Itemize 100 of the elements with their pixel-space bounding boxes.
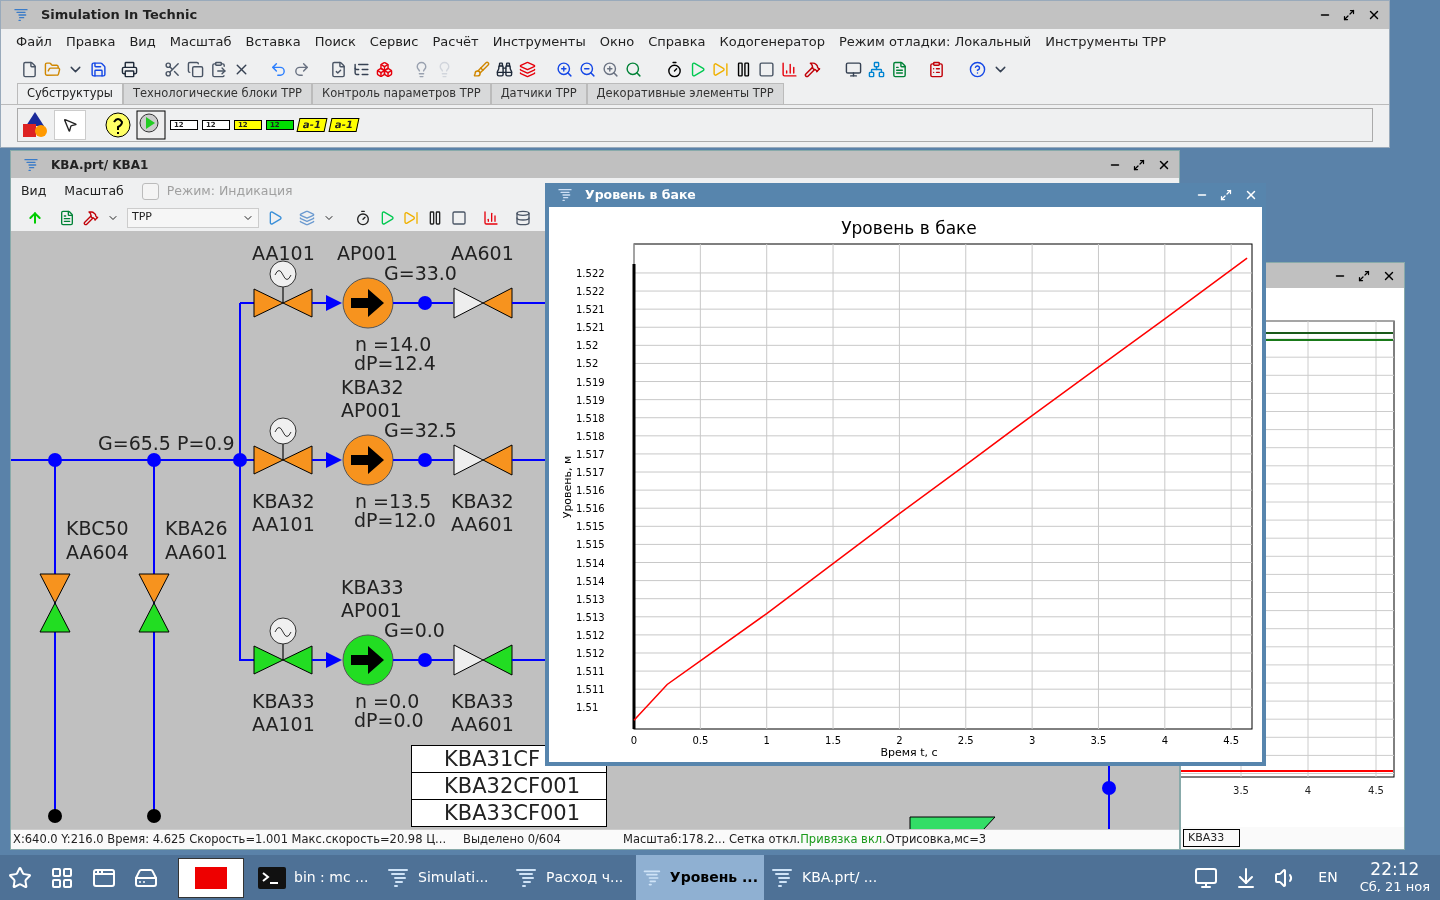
app-grid-icon[interactable] [50, 865, 74, 890]
pointer-tool[interactable] [54, 110, 86, 140]
display-icon[interactable] [1194, 865, 1219, 890]
menu-item[interactable]: Масштаб [169, 32, 232, 52]
axis-label: Уровень, м [561, 455, 574, 519]
menu-item[interactable]: Инструменты [492, 32, 586, 52]
tick-label: 1.515 [576, 539, 605, 551]
zoom-out-icon[interactable] [579, 60, 596, 78]
search-icon[interactable] [625, 60, 642, 78]
flow-arrow-icon [326, 295, 342, 311]
close-icon[interactable] [1367, 8, 1381, 22]
menu-item[interactable]: Файл [16, 32, 52, 52]
tab[interactable]: Датчики TPP [490, 83, 587, 104]
pause-icon[interactable] [427, 209, 443, 226]
new-file-icon[interactable] [21, 60, 38, 78]
tools-icon[interactable] [804, 60, 821, 78]
speed-reading: n =14.0 [355, 333, 432, 355]
stopwatch-icon[interactable] [666, 60, 683, 78]
tab[interactable]: Декоративные элементы TPP [586, 83, 784, 104]
undo-icon[interactable] [270, 60, 287, 78]
menu-item[interactable]: Окно [599, 32, 635, 52]
binoculars-icon[interactable] [496, 60, 513, 78]
tick-label: 1.511 [576, 684, 605, 696]
menu-item[interactable]: Справка [648, 32, 706, 52]
play-monitor-icon[interactable] [136, 110, 166, 140]
tag-label: AA101 [252, 713, 315, 735]
paste-icon[interactable] [210, 60, 227, 78]
task-button[interactable]: Simulati... [380, 855, 508, 900]
menu-item[interactable]: Вставка [245, 32, 301, 52]
tag-tool[interactable]: a-1 [328, 118, 360, 132]
star-icon[interactable] [8, 865, 32, 890]
stop-icon[interactable] [758, 60, 775, 78]
maximize-icon[interactable] [1358, 269, 1370, 282]
stopwatch-icon[interactable] [355, 209, 371, 226]
bar-chart-icon[interactable] [483, 209, 499, 226]
brush-icon[interactable] [473, 60, 490, 78]
shapes-icon[interactable] [20, 110, 50, 140]
redo-icon[interactable] [293, 60, 310, 78]
menu-item[interactable]: Кодогенератор [719, 32, 825, 52]
zoom-in-icon[interactable] [556, 60, 573, 78]
zoom-fit-icon[interactable] [602, 60, 619, 78]
monitor-icon[interactable] [845, 60, 862, 78]
maximize-icon[interactable] [1343, 9, 1355, 21]
layer-select[interactable]: TPP [127, 207, 259, 228]
copy-icon[interactable] [187, 60, 204, 78]
tag-label: AA604 [66, 541, 129, 563]
menu-item[interactable]: Режим отладки: Локальный [838, 32, 1032, 52]
tools-icon[interactable] [83, 209, 99, 226]
menu-item[interactable]: Вид [21, 181, 47, 201]
tab[interactable]: Контроль параметров TPP [312, 83, 491, 104]
tag-label: AA601 [451, 713, 514, 735]
tag-tool[interactable]: a-1 [296, 118, 328, 132]
document-check-icon[interactable] [330, 60, 347, 78]
save-icon[interactable] [90, 60, 107, 78]
window-title: Уровень в баке [585, 185, 696, 204]
task-button[interactable]: Расход ч... [508, 855, 636, 900]
flow-arrow-icon [326, 452, 342, 468]
tag-label: AA101 [252, 513, 315, 535]
app-logo-icon [557, 187, 573, 203]
help-icon[interactable] [969, 60, 986, 78]
layers-icon[interactable] [519, 60, 536, 78]
task-button[interactable]: KBA.prt/ ... [764, 855, 892, 900]
task-button[interactable]: bin : mc ... [252, 855, 380, 900]
tick-label: 1.5 [825, 735, 841, 746]
layers-icon[interactable] [299, 209, 315, 226]
tick-label: 1.518 [576, 412, 605, 424]
question-icon[interactable] [104, 111, 132, 139]
tick-label: 2.5 [957, 735, 974, 746]
chart-title: Уровень в баке [841, 218, 977, 238]
tick-label: 1.519 [576, 376, 605, 388]
network-icon[interactable] [868, 60, 885, 78]
desktop-thumbnail[interactable] [178, 857, 244, 898]
stop-icon[interactable] [451, 209, 467, 226]
menu-item[interactable]: Правка [65, 32, 116, 52]
script-icon[interactable] [891, 60, 908, 78]
menu-item[interactable]: Инструменты TPP [1045, 32, 1167, 52]
cubes-icon[interactable] [376, 60, 393, 78]
task-button[interactable]: Уровень ... [636, 855, 764, 900]
menu-item[interactable]: Расчёт [432, 32, 479, 52]
tick-label: 1.516 [576, 485, 605, 497]
cut-icon[interactable] [164, 60, 181, 78]
script-icon[interactable] [59, 209, 75, 226]
tab[interactable]: Технологические блоки TPP [122, 83, 313, 104]
drain-valve-icon [39, 573, 71, 633]
tick-label: 1.514 [576, 557, 605, 569]
window-title: Simulation In Technic [41, 6, 198, 25]
maximize-icon[interactable] [1133, 158, 1145, 171]
menu-item[interactable]: Поиск [314, 32, 356, 52]
menu-item[interactable]: Масштаб [64, 181, 124, 201]
clipboard-icon[interactable] [928, 60, 945, 78]
tag-label: KBC50 [66, 517, 129, 539]
open-folder-icon[interactable] [44, 60, 61, 78]
menu-item[interactable]: Вид [129, 32, 156, 52]
pause-icon[interactable] [735, 60, 752, 78]
menu-item[interactable]: Сервис [369, 32, 419, 52]
bar-chart-icon[interactable] [781, 60, 798, 78]
tick-label: 0 [630, 735, 638, 746]
tab[interactable]: Субструктуры [17, 83, 123, 104]
language-indicator[interactable]: EN [1318, 867, 1338, 888]
play-icon[interactable] [267, 209, 283, 226]
